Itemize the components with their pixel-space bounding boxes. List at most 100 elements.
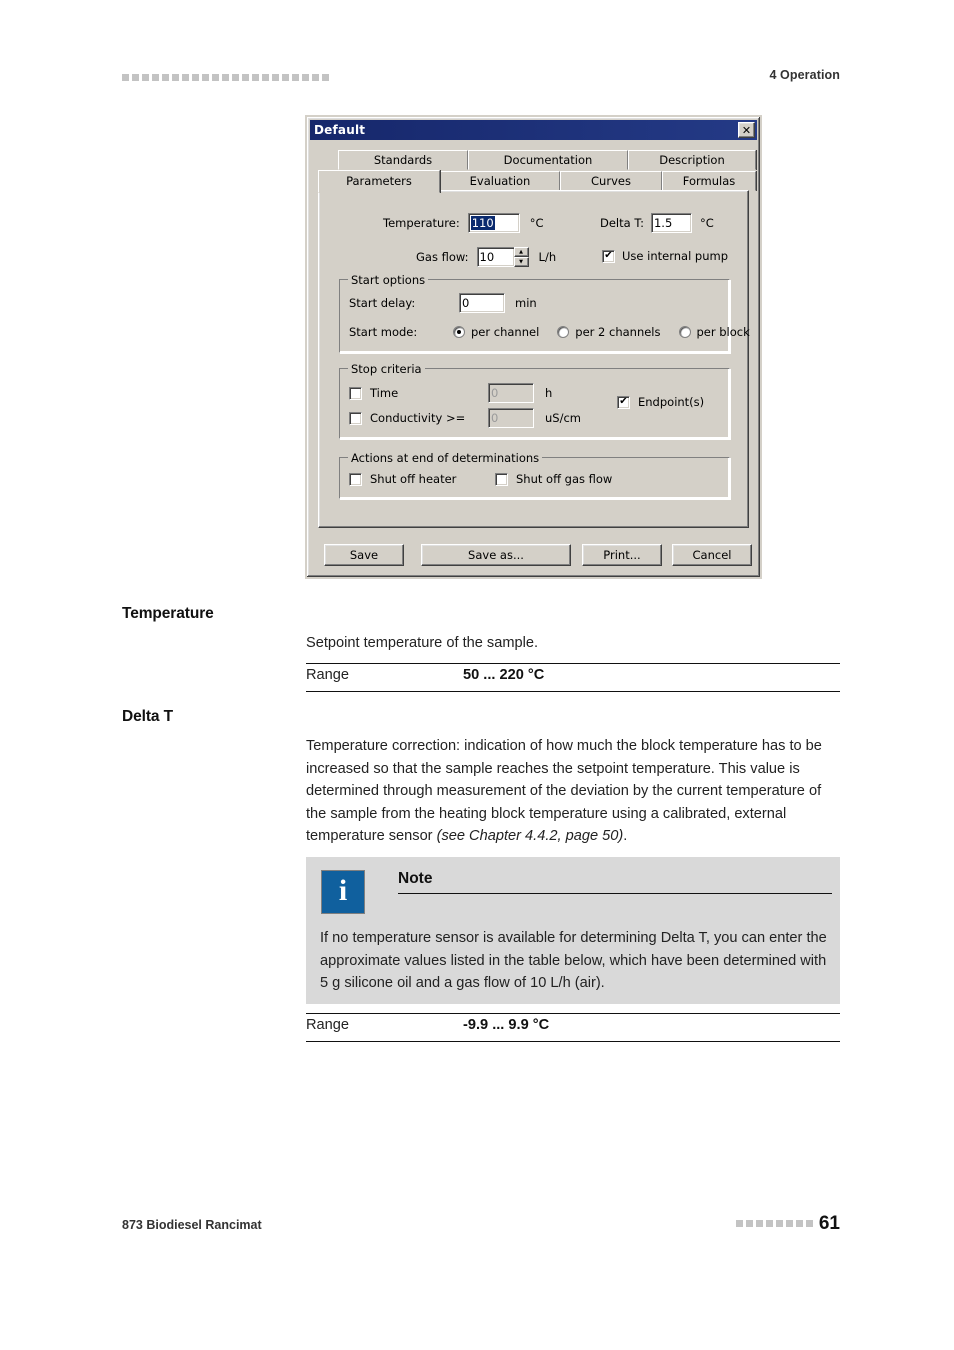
stop-time-checkbox[interactable]: [349, 386, 362, 400]
decor-square: [735, 1220, 743, 1227]
decor-square: [785, 1220, 793, 1227]
start-mode-per-2-channels-label: per 2 channels: [575, 325, 661, 339]
decor-square: [192, 74, 199, 81]
tab-formulas[interactable]: Formulas: [662, 171, 756, 191]
start-mode-per-channel-radio[interactable]: [453, 326, 465, 338]
default-dialog-window: Default ✕ Standards Documentation Descri…: [305, 115, 762, 579]
actions-end-group: Actions at end of determinations Shut of…: [339, 451, 730, 499]
decor-square: [272, 74, 279, 81]
start-mode-per-block-radio[interactable]: [678, 326, 691, 338]
start-delay-label: Start delay:: [349, 296, 416, 310]
save-button[interactable]: Save: [324, 544, 404, 566]
start-mode-label: Start mode:: [349, 325, 418, 339]
shut-off-gas-flow-row[interactable]: Shut off gas flow: [495, 472, 612, 486]
tab-evaluation[interactable]: Evaluation: [440, 171, 560, 191]
delta-t-range-value: -9.9 ... 9.9 °C: [463, 1017, 550, 1033]
endpoints-label: Endpoint(s): [638, 395, 705, 409]
endpoints-row[interactable]: ✔ Endpoint(s): [617, 395, 704, 409]
decor-square: [202, 74, 209, 81]
decor-square: [152, 74, 159, 81]
page-footer: 873 Biodiesel Rancimat 61: [122, 1214, 840, 1238]
temperature-range-value: 50 ... 220 °C: [463, 667, 545, 683]
page-header: 4 Operation: [122, 68, 840, 90]
cancel-button[interactable]: Cancel: [672, 544, 752, 566]
decor-square: [805, 1220, 813, 1227]
parameters-dialog-figure: Default ✕ Standards Documentation Descri…: [305, 115, 762, 579]
decor-square: [232, 74, 239, 81]
delta-t-range-table: Range -9.9 ... 9.9 °C: [306, 1013, 840, 1042]
endpoints-checkbox[interactable]: ✔: [617, 395, 630, 409]
decor-square: [182, 74, 189, 81]
note-callout: i Note If no temperature sensor is avail…: [306, 857, 840, 1004]
gas-flow-field-row: Gas flow: 10 ▲ ▼ L/h: [416, 247, 556, 267]
temperature-range-label: Range: [306, 667, 350, 683]
gas-flow-unit: L/h: [538, 250, 557, 264]
gas-flow-input[interactable]: 10: [476, 247, 515, 267]
stop-time-input[interactable]: 0: [488, 383, 534, 403]
dialog-title: Default: [314, 123, 366, 137]
header-chapter-label: 4 Operation: [769, 68, 840, 82]
actions-end-legend: Actions at end of determinations: [348, 451, 543, 465]
decor-square: [142, 74, 149, 81]
decor-square: [755, 1220, 763, 1227]
temperature-input[interactable]: 110: [467, 213, 520, 233]
decor-square: [745, 1220, 753, 1227]
shut-off-heater-label: Shut off heater: [370, 472, 457, 486]
gas-flow-spinner[interactable]: ▲ ▼: [513, 247, 529, 267]
shut-off-heater-row[interactable]: Shut off heater: [349, 472, 456, 486]
close-icon[interactable]: ✕: [738, 122, 755, 138]
tab-standards[interactable]: Standards: [338, 150, 468, 170]
start-delay-row: Start delay: 0 min: [349, 293, 537, 313]
shut-off-gas-flow-label: Shut off gas flow: [516, 472, 613, 486]
decor-square: [775, 1220, 783, 1227]
print-button[interactable]: Print...: [582, 544, 662, 566]
delta-t-input[interactable]: 1.5: [650, 213, 692, 233]
use-internal-pump-row[interactable]: ✔ Use internal pump: [602, 249, 728, 263]
info-icon-glyph: i: [338, 874, 348, 907]
decor-square: [122, 74, 129, 81]
decor-square: [302, 74, 309, 81]
dialog-titlebar: Default ✕: [310, 120, 757, 140]
tab-documentation[interactable]: Documentation: [468, 150, 628, 170]
note-body: If no temperature sensor is available fo…: [320, 930, 827, 992]
section-heading-delta-t: Delta T: [122, 708, 173, 725]
stop-conductivity-unit: uS/cm: [545, 411, 581, 425]
use-internal-pump-label: Use internal pump: [622, 249, 729, 263]
decor-square: [162, 74, 169, 81]
decor-square: [212, 74, 219, 81]
tab-curves[interactable]: Curves: [560, 171, 662, 191]
header-decor-squares: [122, 74, 329, 81]
shut-off-heater-checkbox[interactable]: [349, 472, 362, 486]
delta-t-description: Temperature correction: indication of ho…: [306, 735, 841, 848]
temperature-unit: °C: [529, 216, 544, 230]
decor-square: [795, 1220, 803, 1227]
start-mode-per-channel-label: per channel: [471, 325, 540, 339]
stop-conductivity-checkbox[interactable]: [349, 411, 362, 425]
gas-flow-label: Gas flow:: [416, 250, 469, 264]
footer-page-group: 61: [735, 1214, 840, 1233]
stop-conductivity-input[interactable]: 0: [488, 408, 534, 428]
use-internal-pump-checkbox[interactable]: ✔: [602, 249, 615, 263]
tab-parameters[interactable]: Parameters: [318, 170, 440, 193]
temperature-input-value: 110: [470, 216, 495, 230]
decor-square: [262, 74, 269, 81]
decor-square: [252, 74, 259, 81]
stop-criteria-group: Stop criteria Time 0 h Conductivity >= 0…: [339, 362, 730, 439]
decor-square: [282, 74, 289, 81]
stop-conductivity-row: Conductivity >= 0 uS/cm: [349, 408, 581, 428]
save-as-button[interactable]: Save as...: [421, 544, 571, 566]
tab-description[interactable]: Description: [628, 150, 756, 170]
spinner-up-icon[interactable]: ▲: [513, 247, 529, 257]
spinner-down-icon[interactable]: ▼: [513, 257, 529, 267]
stop-time-row: Time 0 h: [349, 383, 552, 403]
note-title: Note: [398, 870, 433, 887]
start-delay-input[interactable]: 0: [459, 293, 505, 313]
stop-conductivity-label: Conductivity >=: [370, 411, 466, 425]
shut-off-gas-flow-checkbox[interactable]: [495, 472, 508, 486]
section-heading-temperature: Temperature: [122, 605, 214, 622]
stop-time-label: Time: [370, 386, 399, 400]
temperature-label: Temperature:: [383, 216, 460, 230]
decor-square: [132, 74, 139, 81]
start-mode-per-2-channels-radio[interactable]: [557, 326, 570, 338]
stop-criteria-legend: Stop criteria: [348, 362, 425, 376]
